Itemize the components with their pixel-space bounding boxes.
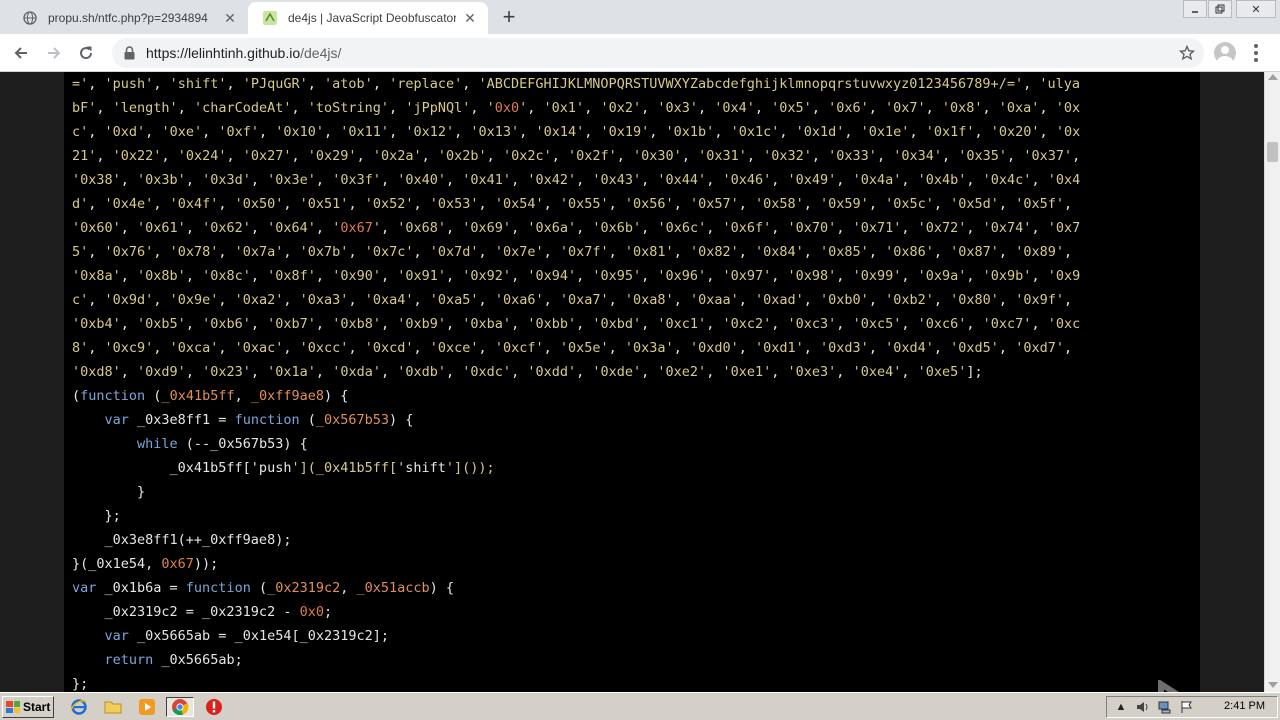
chrome-icon[interactable]: [166, 697, 194, 717]
globe-icon: [22, 10, 38, 26]
code-line: c', '0xd', '0xe', '0xf', '0x10', '0x11',…: [72, 124, 1081, 140]
address-bar[interactable]: https://lelinhtinh.github.io/de4js/: [112, 38, 1204, 68]
back-button[interactable]: [8, 40, 34, 66]
code-line: return _0x5665ab;: [104, 652, 243, 668]
window-close-button[interactable]: ✕: [1236, 0, 1276, 18]
code-line: '0x60', '0x61', '0x62', '0x64', '0x67', …: [72, 220, 1081, 236]
forward-arrow-icon: [48, 47, 61, 59]
code-line: 21', '0x22', '0x24', '0x27', '0x29', '0x…: [72, 148, 1081, 164]
start-label: Start: [23, 700, 51, 714]
tab-propush[interactable]: propu.sh/ntfc.php?p=2934894 ✕: [8, 2, 248, 34]
minimize-button[interactable]: [1183, 0, 1207, 18]
code-line: 8', '0xc9', '0xca', '0xac', '0xcc', '0xc…: [72, 340, 1073, 356]
watermark-any-text: ANY: [1038, 682, 1147, 692]
bookmark-star-icon[interactable]: [1178, 44, 1196, 62]
windows-taskbar: Start ▲ 2:41 PM: [0, 692, 1280, 720]
ie-icon[interactable]: [68, 697, 90, 717]
media-player-icon[interactable]: [136, 697, 158, 717]
profile-avatar-icon[interactable]: [1214, 42, 1236, 64]
code-line: var _0x3e8ff1 = function (_0x567b53) {: [104, 412, 414, 428]
back-arrow-icon: [14, 47, 27, 59]
play-logo-icon: [1157, 680, 1179, 692]
scroll-down-arrow-icon[interactable]: [1268, 682, 1278, 688]
code-line: '0xd8', '0xd9', '0x23', '0x1a', '0xda', …: [72, 364, 983, 380]
url-text: https://lelinhtinh.github.io/de4js/: [146, 45, 341, 61]
tab-de4js[interactable]: de4js | JavaScript Deobfuscator and ✕: [248, 2, 488, 34]
lock-icon: [122, 45, 136, 61]
scroll-up-arrow-icon[interactable]: [1268, 74, 1278, 80]
folder-icon[interactable]: [102, 697, 124, 717]
browser-toolbar: https://lelinhtinh.github.io/de4js/: [0, 34, 1280, 72]
network-icon[interactable]: [1157, 699, 1173, 715]
code-line: _0x2319c2 = _0x2319c2 - 0x0;: [72, 604, 333, 620]
code-line: c', '0x9d', '0x9e', '0xa2', '0xa3', '0xa…: [72, 292, 1073, 308]
code-line: '0x8a', '0x8b', '0x8c', '0x8f', '0x90', …: [72, 268, 1081, 284]
forward-button[interactable]: [41, 40, 67, 66]
url-path: /de4js/: [300, 45, 342, 61]
close-tab-icon[interactable]: ✕: [222, 10, 238, 26]
browser-menu-icon[interactable]: [1248, 42, 1264, 64]
code-line: }(_0x1e54, 0x67));: [72, 556, 219, 572]
reload-icon: [80, 46, 93, 60]
code-line: _0x41b5ff['push'](_0x41b5ff['shift']());: [72, 460, 495, 476]
new-tab-button[interactable]: +: [496, 6, 522, 30]
system-tray: ▲ 2:41 PM: [1106, 696, 1278, 718]
code-line: };: [72, 508, 121, 524]
volume-icon[interactable]: [1135, 699, 1151, 715]
page-scrollbar[interactable]: [1264, 72, 1280, 692]
restore-button[interactable]: [1208, 0, 1232, 18]
start-button[interactable]: Start: [2, 696, 54, 718]
code-line: var _0x1b6a = function (_0x2319c2, _0x51…: [72, 580, 455, 596]
de4js-favicon: [262, 10, 278, 26]
scrollbar-thumb[interactable]: [1267, 142, 1278, 162]
code-line: (function (_0x41b5ff, _0xff9ae8) {: [72, 388, 349, 404]
watermark-run-text: RUN: [1215, 682, 1264, 692]
tab-strip: propu.sh/ntfc.php?p=2934894 ✕ de4js | Ja…: [0, 0, 1280, 34]
code-line: bF', 'length', 'charCodeAt', 'toString',…: [72, 100, 1081, 116]
tray-expand-arrow-icon[interactable]: ▲: [1113, 699, 1129, 715]
code-block: =', 'push', 'shift', 'PJquGR', 'atob', '…: [72, 72, 1200, 692]
code-line: d', '0x4e', '0x4f', '0x50', '0x51', '0x5…: [72, 196, 1073, 212]
code-line: '0xb4', '0xb5', '0xb6', '0xb7', '0xb8', …: [72, 316, 1081, 332]
deobfuscated-code-panel[interactable]: =', 'push', 'shift', 'PJquGR', 'atob', '…: [64, 72, 1200, 692]
url-host: https://lelinhtinh.github.io: [146, 45, 301, 61]
code-line: _0x3e8ff1(++_0xff9ae8);: [72, 532, 292, 548]
page-content: =', 'push', 'shift', 'PJquGR', 'atob', '…: [0, 72, 1264, 692]
code-line: 5', '0x76', '0x78', '0x7a', '0x7b', '0x7…: [72, 244, 1073, 260]
code-line: while (--_0x567b53) {: [137, 436, 308, 452]
code-line: '0x38', '0x3b', '0x3d', '0x3e', '0x3f', …: [72, 172, 1081, 188]
tab-title: propu.sh/ntfc.php?p=2934894: [48, 11, 208, 25]
close-tab-icon[interactable]: ✕: [462, 10, 478, 26]
windows-logo-icon: [6, 701, 20, 713]
stop-icon[interactable]: [203, 697, 225, 717]
action-center-flag-icon[interactable]: [1179, 699, 1195, 715]
code-line: =', 'push', 'shift', 'PJquGR', 'atob', '…: [72, 76, 1080, 92]
taskbar-clock: 2:41 PM: [1224, 700, 1265, 712]
code-line: }: [72, 484, 146, 500]
anyrun-watermark: ANY RUN: [1038, 676, 1264, 692]
reload-button[interactable]: [73, 40, 99, 66]
code-line: };: [72, 676, 89, 692]
tab-title: de4js | JavaScript Deobfuscator and: [288, 11, 456, 25]
code-line: var _0x5665ab = _0x1e54[_0x2319c2];: [104, 628, 389, 644]
